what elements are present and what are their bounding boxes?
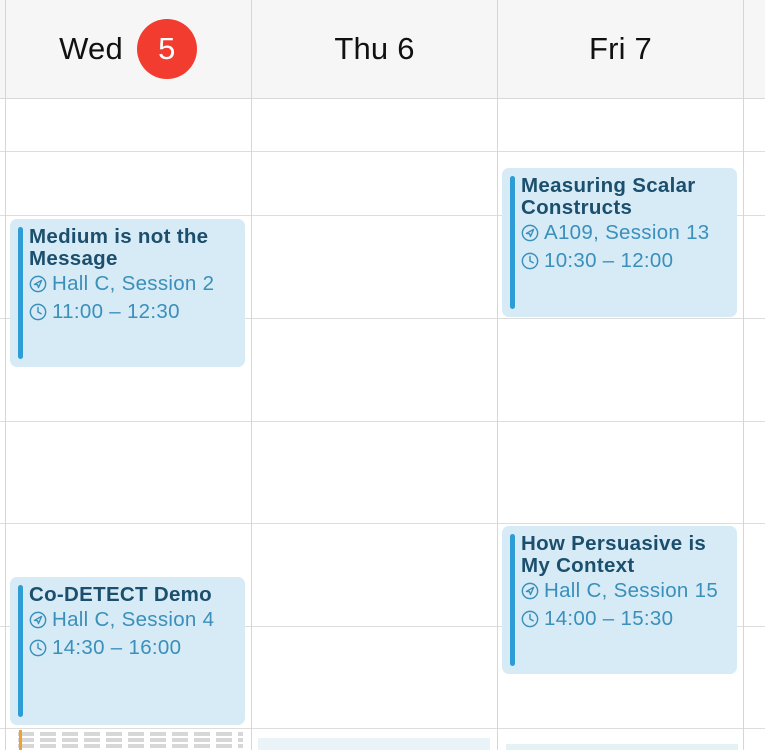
location-arrow-icon — [521, 582, 539, 600]
partial-event-stripe — [18, 744, 243, 748]
event-color-bar — [510, 534, 515, 666]
event-time-text: 10:30 – 12:00 — [544, 249, 674, 272]
column-divider — [743, 0, 744, 750]
event-color-bar — [510, 176, 515, 309]
column-divider — [251, 0, 252, 750]
event-location-text: A109, Session 13 — [544, 221, 710, 244]
column-divider — [5, 0, 6, 750]
location-arrow-icon — [521, 224, 539, 242]
event-time: 14:30 – 16:00 — [29, 634, 237, 662]
event-color-bar — [18, 585, 23, 717]
event-location: Hall C, Session 15 — [521, 577, 729, 605]
partial-event-stripe — [18, 732, 243, 736]
event-location-text: Hall C, Session 2 — [52, 272, 215, 295]
event-time: 11:00 – 12:30 — [29, 298, 237, 326]
event-location: A109, Session 13 — [521, 219, 729, 247]
event-title: Measuring Scalar Constructs — [521, 174, 696, 219]
column-divider — [497, 0, 498, 750]
event-location: Hall C, Session 4 — [29, 606, 237, 634]
partial-event-card — [258, 738, 490, 750]
event-card[interactable]: Co-DETECT Demo Hall C, Session 4 14:30 –… — [10, 577, 245, 725]
clock-icon — [521, 252, 539, 270]
day-header-wed[interactable]: Wed 5 — [5, 0, 251, 98]
day-header-bar: Wed 5 Thu 6 Fri 7 — [0, 0, 765, 99]
event-time: 14:00 – 15:30 — [521, 605, 729, 633]
clock-icon — [29, 303, 47, 321]
event-card[interactable]: Medium is not the Message Hall C, Sessio… — [10, 219, 245, 367]
location-arrow-icon — [29, 611, 47, 629]
event-title: Medium is not the Message — [29, 225, 209, 270]
day-label: Wed — [59, 31, 123, 66]
event-color-bar — [18, 227, 23, 359]
event-time-text: 14:30 – 16:00 — [52, 636, 182, 659]
event-title: Co-DETECT Demo — [29, 583, 213, 606]
day-header-thu[interactable]: Thu 6 — [252, 0, 497, 98]
clock-icon — [521, 610, 539, 628]
location-arrow-icon — [29, 275, 47, 293]
grid-line — [0, 728, 765, 729]
partial-event-marker — [19, 730, 22, 750]
grid-line — [0, 151, 765, 152]
event-time: 10:30 – 12:00 — [521, 247, 729, 275]
today-badge: 5 — [136, 19, 197, 79]
event-title: How Persuasive is My Context — [521, 532, 707, 577]
event-card[interactable]: Measuring Scalar Constructs A109, Sessio… — [502, 168, 737, 317]
event-time-text: 11:00 – 12:30 — [52, 300, 180, 323]
day-label: Fri 7 — [589, 31, 652, 66]
event-location: Hall C, Session 2 — [29, 270, 237, 298]
day-header-fri[interactable]: Fri 7 — [498, 0, 743, 98]
clock-icon — [29, 639, 47, 657]
partial-event-stripe — [18, 738, 243, 742]
event-location-text: Hall C, Session 4 — [52, 608, 215, 631]
event-card[interactable]: How Persuasive is My Context Hall C, Ses… — [502, 526, 737, 674]
grid-line — [0, 421, 765, 422]
grid-line — [0, 523, 765, 524]
event-location-text: Hall C, Session 15 — [544, 579, 719, 602]
day-label: Thu 6 — [334, 31, 415, 66]
event-time-text: 14:00 – 15:30 — [544, 607, 674, 630]
partial-event-card — [506, 744, 738, 750]
